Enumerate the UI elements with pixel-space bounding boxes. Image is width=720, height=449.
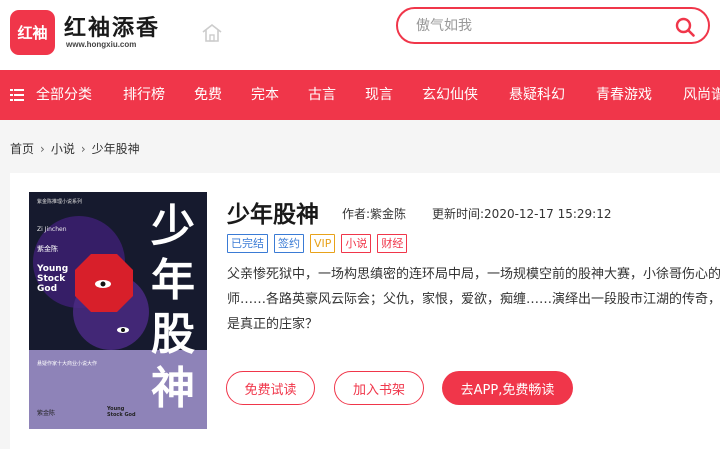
nav-fantasy[interactable]: 玄幻仙侠 [422, 70, 478, 120]
tag-signed: 签约 [274, 234, 304, 253]
nav-free[interactable]: 免费 [194, 70, 222, 120]
cover-tagline: 悬疑作家十大商业小说大作 [37, 361, 98, 367]
free-read-button[interactable]: 免费试读 [226, 371, 315, 405]
nav-rankings[interactable]: 排行榜 [123, 70, 165, 120]
site-header: 红袖 红袖添香 www.hongxiu.com [0, 0, 720, 70]
cover-series: 紫金陈推理小说系列 [37, 199, 83, 205]
search-icon[interactable] [674, 16, 696, 38]
breadcrumb-home[interactable]: 首页 [10, 140, 34, 157]
nav-completed[interactable]: 完本 [251, 70, 279, 120]
cover-author-cn: 紫金陈 [37, 245, 58, 253]
cover-title: 少年股神 [151, 201, 195, 414]
cover-en-line2: Stock [37, 274, 66, 284]
nav-modern-romance[interactable]: 现言 [365, 70, 393, 120]
tag-vip: VIP [310, 234, 336, 253]
book-cover[interactable]: 紫金陈推理小说系列 Zi Jinchen 紫金陈 Young Stock God… [29, 192, 207, 429]
cover-en-line1: Young [37, 264, 69, 274]
tag-completed: 已完结 [227, 234, 268, 253]
book-tags: 已完结 签约 VIP 小说 财经 [227, 232, 413, 253]
book-title: 少年股神 [227, 202, 319, 228]
book-description: 父亲惨死狱中，一场构思缜密的连环局中局，一场规模空前的股神大赛，小徐哥伤心的师…… [227, 267, 720, 332]
cover-en-title: Young Stock God [37, 264, 68, 294]
cover-author-en: Zi Jinchen [37, 226, 67, 233]
main-nav: 全部分类 排行榜 免费 完本 古言 现言 玄幻仙侠 悬疑科幻 青春游戏 风尚谱 [0, 70, 720, 120]
breadcrumb: 首页 › 小说 › 少年股神 [10, 140, 140, 157]
book-detail-card: 紫金陈推理小说系列 Zi Jinchen 紫金陈 Young Stock God… [10, 173, 720, 449]
breadcrumb-current: 少年股神 [91, 142, 140, 156]
cover-en-line3: God [37, 284, 58, 294]
cover-logo-bottom: Young Stock God [107, 406, 136, 418]
nav-youth-games[interactable]: 青春游戏 [596, 70, 652, 120]
search-input[interactable] [416, 15, 656, 37]
brand-name[interactable]: 红袖添香 [64, 10, 160, 42]
cover-author-bottom: 紫金陈 [37, 410, 56, 417]
add-bookshelf-button[interactable]: 加入书架 [334, 371, 424, 405]
home-icon[interactable] [200, 22, 224, 44]
brand-url: www.hongxiu.com [66, 40, 137, 49]
chevron-right-icon: › [40, 142, 45, 156]
app-read-button[interactable]: 去APP,免费畅读 [442, 371, 573, 405]
tag-novel[interactable]: 小说 [341, 234, 372, 253]
book-update-time: 更新时间:2020-12-17 15:29:12 [432, 207, 612, 221]
breadcrumb-novels[interactable]: 小说 [51, 140, 75, 157]
tag-finance[interactable]: 财经 [377, 234, 408, 253]
site-logo-icon[interactable]: 红袖 [10, 10, 55, 55]
nav-suspense-scifi[interactable]: 悬疑科幻 [509, 70, 565, 120]
search-box [396, 7, 710, 44]
menu-icon[interactable] [10, 89, 24, 101]
nav-fashion[interactable]: 风尚谱 [683, 70, 720, 120]
chevron-right-icon: › [80, 142, 86, 156]
nav-all-categories[interactable]: 全部分类 [36, 70, 92, 120]
nav-ancient-romance[interactable]: 古言 [308, 70, 336, 120]
book-author[interactable]: 作者:紫金陈 [342, 205, 406, 222]
